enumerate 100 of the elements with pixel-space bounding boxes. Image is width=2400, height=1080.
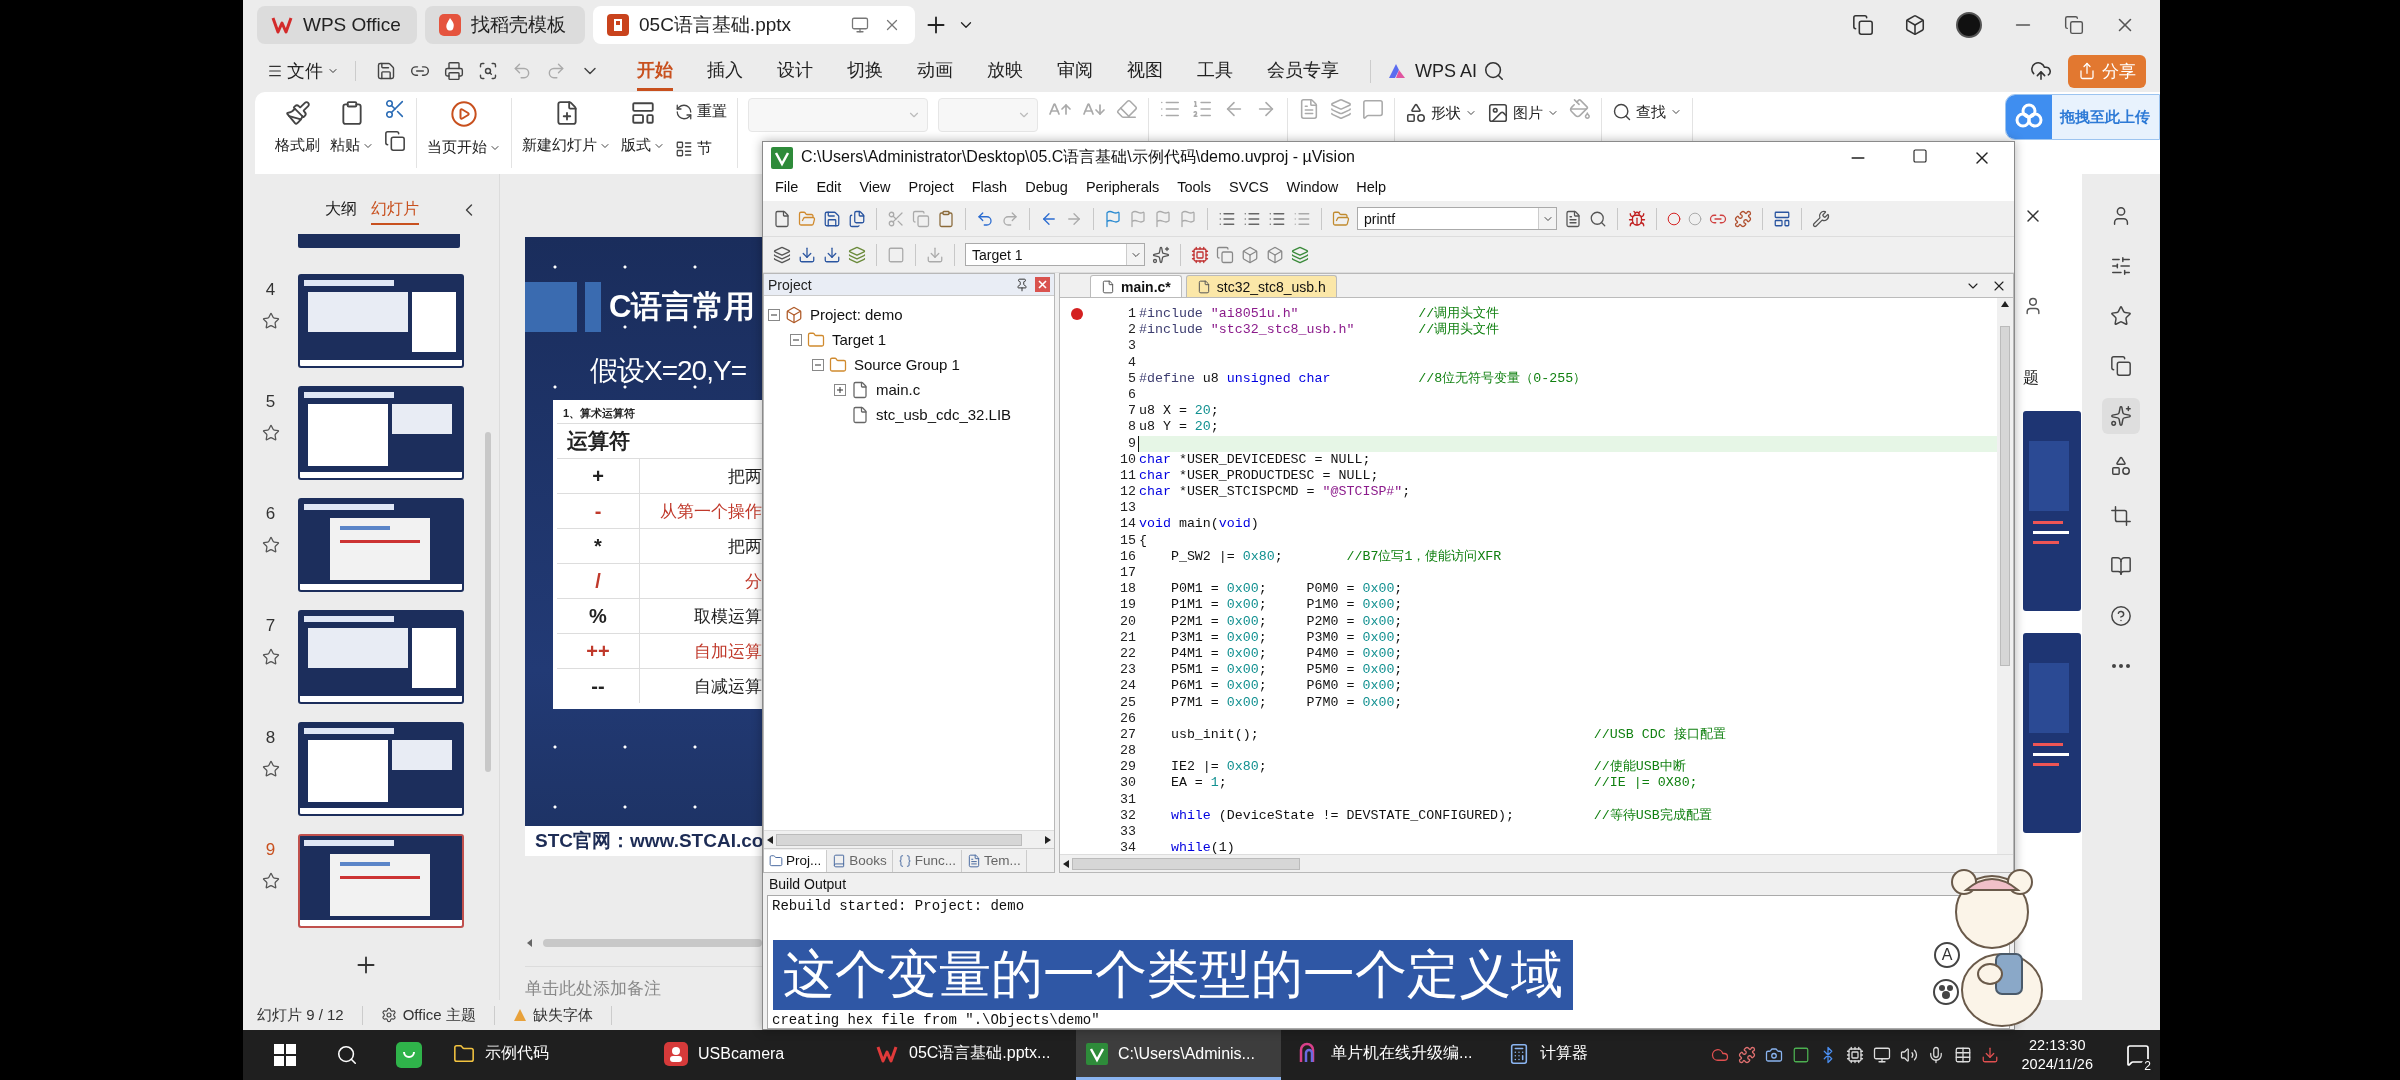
line-number: 3 [1127,338,1137,355]
pane-tab[interactable]: Tem... [962,849,1027,872]
document-tab[interactable]: 找稻壳模板 [425,6,585,44]
new-slide-button[interactable]: 新建幻灯片 [522,98,611,157]
line-number: 17 [1119,565,1137,582]
code-line: P4M1 = 0x00; P4M0 = 0x00; [1169,645,1404,663]
tree-item[interactable]: Project: demo [808,306,905,323]
slide-number: 6 [265,504,276,524]
format-painter-button[interactable]: 格式刷 [275,98,320,157]
pane-title: 题 [2023,368,2039,388]
ribbon-tab[interactable]: 工具 [1197,51,1233,91]
code-line: P1M1 = 0x00; P1M0 = 0x00; [1169,597,1404,614]
output-line: Rebuild started: Project: demo [772,898,1026,914]
code-line: EA = 1; //IE |= 0X80; [1169,775,1699,792]
taskbar-item[interactable]: C:\Users\Adminis... [1076,1030,1281,1080]
code-line: #define u8 unsigned char //8位无符号变量（0-255） [1138,370,1588,387]
document-tab[interactable]: WPS Office [257,6,417,44]
paste-button[interactable]: 粘贴 [330,98,374,157]
slide-number: 4 [265,280,276,300]
slide-title: C语言常用 [609,288,756,326]
line-number: 29 [1119,759,1137,776]
layout-button[interactable]: 版式 [621,98,665,157]
slide-counter: 幻灯片 9 / 12 [257,1005,363,1025]
line-number: 8 [1127,419,1137,436]
code-line: void main(void) [1138,516,1260,533]
menu-item[interactable]: View [851,177,899,197]
upload-drop-zone[interactable]: 拖拽至此上传 [2005,94,2160,140]
file-tab[interactable]: stc32_stc8_usb.h [1185,275,1337,297]
taskbar-item[interactable]: USBcamera [654,1030,859,1080]
table-cell-text: % [588,604,608,628]
missing-fonts-button[interactable]: 缺失字体 [512,1005,612,1025]
play-from-current-button[interactable]: 当页开始 [427,98,501,159]
menu-item[interactable]: Edit [808,177,850,197]
panel-tab[interactable]: 大纲 [325,195,357,225]
shapes-button[interactable]: 形状 [1405,98,1477,128]
pane-tab[interactable]: Func... [892,849,963,872]
section-button[interactable]: 节 [675,135,712,162]
ribbon-tab[interactable]: 动画 [917,51,953,91]
panel-tab[interactable]: 幻灯片 [371,195,419,225]
menu-item[interactable]: Debug [1017,177,1076,197]
menu-item[interactable]: SVCS [1221,177,1277,197]
taskbar-item[interactable]: 05C语言基础.pptx... [865,1030,1070,1080]
line-number: 15 [1119,532,1137,549]
menu-item[interactable]: Window [1278,177,1347,197]
slide-subtitle: 假设X=20,Y= [590,354,747,388]
line-number: 32 [1119,807,1137,824]
code-line: P5M1 = 0x00; P5M0 = 0x00; [1169,662,1404,679]
menu-item[interactable]: Flash [963,177,1016,197]
table-cell-text: * [593,534,603,558]
menu-item[interactable]: Peripherals [1077,177,1168,197]
file-menu[interactable]: 文件 [261,55,345,87]
tree-item[interactable]: stc_usb_cdc_32.LIB [874,406,1014,423]
line-number: 6 [1127,386,1137,404]
date-text: 2024/11/26 [2021,1055,2093,1074]
line-number: 1 [1127,306,1137,323]
file-tab[interactable]: main.c* [1090,275,1182,297]
taskbar-item[interactable]: 示例代码 [443,1030,648,1080]
code-line: IE2 |= 0x80; //使能USB中断 [1169,759,1687,776]
time-text: 22:13:30 [2029,1036,2086,1055]
taskbar-item[interactable]: 单片机在线升级编... [1287,1030,1492,1080]
taskbar-item[interactable]: 计算器 [1498,1030,1703,1080]
ai-button[interactable]: WPS AI [1370,59,1483,83]
line-number: 16 [1119,548,1137,565]
clock[interactable]: 22:13:30 2024/11/26 [2007,1036,2107,1074]
code-line: char *USER_DEVICEDESC = NULL; [1138,451,1372,468]
tree-item[interactable]: Source Group 1 [852,356,962,373]
code-line: while(1) [1169,840,1236,857]
line-number: 34 [1119,840,1137,857]
target-combobox[interactable]: Target 1 [965,243,1145,266]
theme-button[interactable]: Office 主题 [380,1005,495,1025]
find-button[interactable]: 查找 [1612,98,1682,126]
line-number: 27 [1119,726,1137,744]
tree-item[interactable]: main.c [874,381,923,398]
pane-tab[interactable]: Proj... [764,849,828,872]
drop-zone-label: 拖拽至此上传 [2060,107,2150,127]
line-number: 9 [1127,435,1137,452]
code-line: u8 X = 20; [1138,403,1220,420]
line-number: 12 [1119,484,1137,501]
line-number: 23 [1119,662,1137,679]
ribbon-tab[interactable]: 切换 [847,51,883,91]
reset-button[interactable]: 重置 [675,98,727,125]
line-number: 24 [1119,678,1137,695]
line-number: 28 [1119,743,1137,760]
ribbon-tab[interactable]: 视图 [1127,51,1163,91]
menu-item[interactable]: Tools [1169,177,1220,197]
ribbon-tab[interactable]: 审阅 [1057,51,1093,91]
menu-item[interactable]: Help [1348,177,1394,197]
tree-item[interactable]: Target 1 [830,331,889,348]
menu-item[interactable]: File [767,177,807,197]
picture-button[interactable]: 图片 [1487,98,1559,128]
find-combobox[interactable]: printf [1357,207,1557,230]
line-number: 20 [1119,613,1137,630]
menu-item[interactable]: Project [900,177,962,197]
code-line: usb_init(); //USB CDC 接口配置 [1169,726,1727,744]
ribbon-tab[interactable]: 会员专享 [1267,51,1339,91]
pane-tab[interactable]: Books [827,849,893,872]
ribbon-tab[interactable]: 插入 [707,51,743,91]
column-header: 运算符 [565,428,631,454]
ribbon-tab[interactable]: 设计 [777,51,813,91]
ribbon-tab[interactable]: 放映 [987,51,1023,91]
